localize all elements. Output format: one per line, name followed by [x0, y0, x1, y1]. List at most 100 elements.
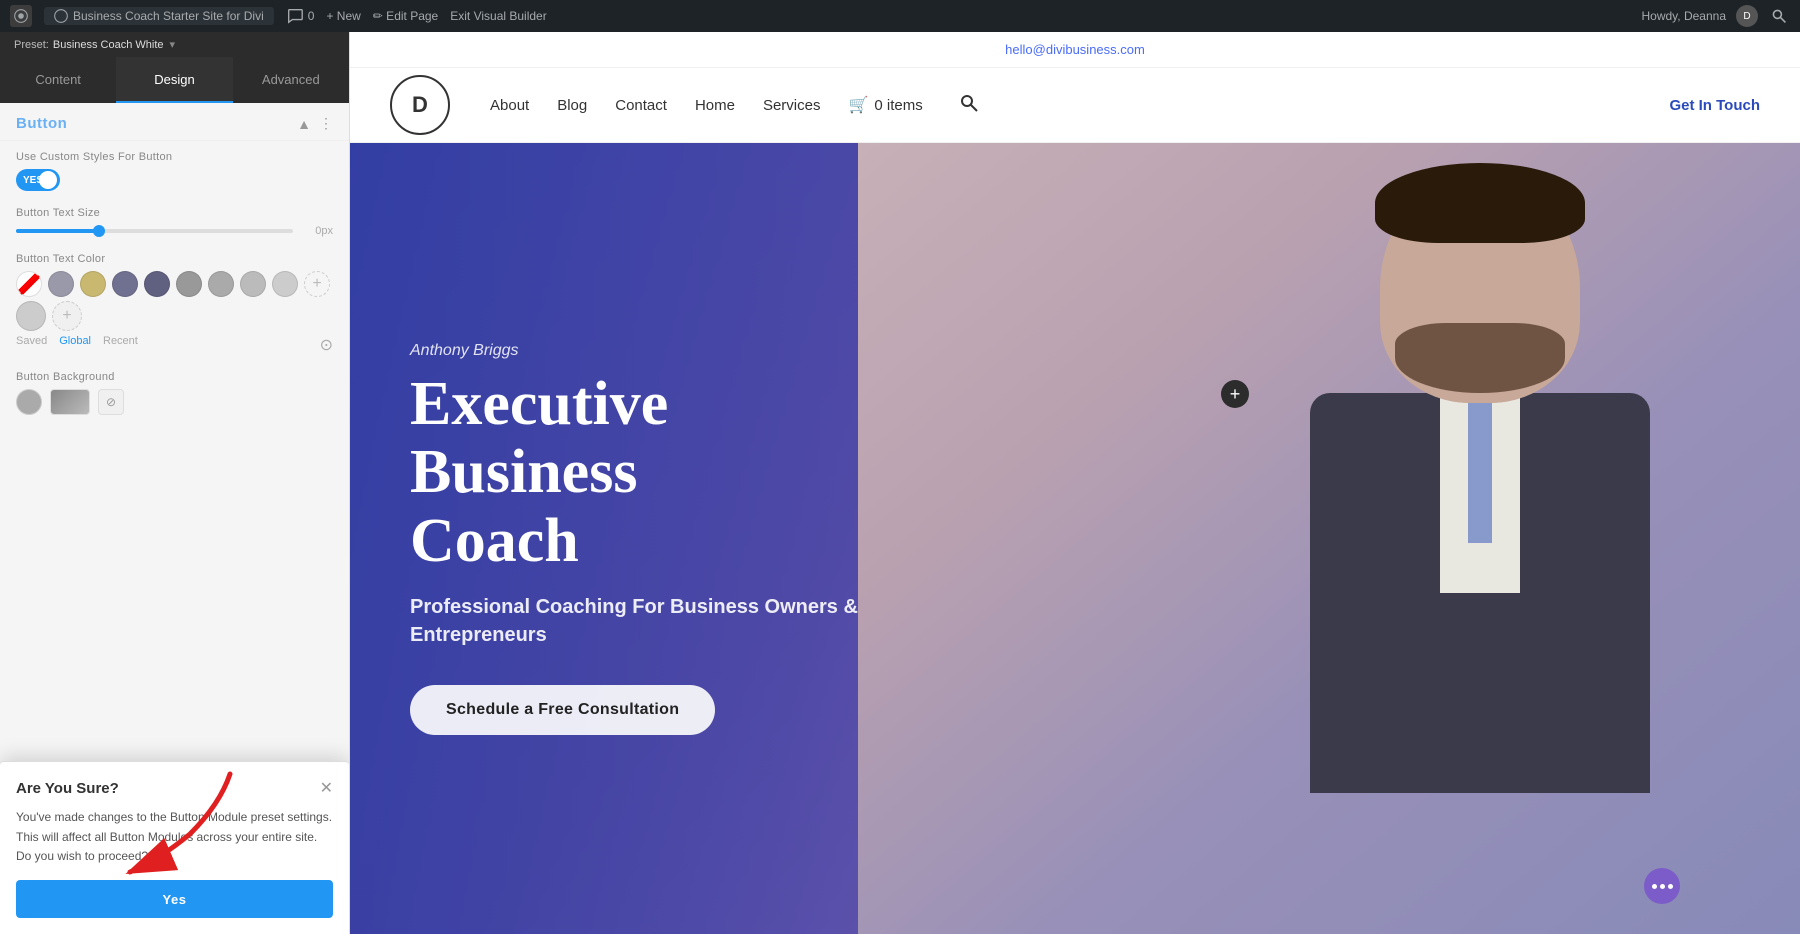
hero-content: Anthony Briggs Executive Business Coach …: [350, 302, 950, 775]
preset-option-global[interactable]: Global: [59, 335, 91, 355]
dot-2: [1660, 884, 1665, 889]
wp-logo-icon[interactable]: [10, 5, 32, 27]
slider-track[interactable]: [16, 229, 293, 233]
panel-title-bar: Button ▲ ⋮: [0, 103, 349, 140]
nav-link-blog[interactable]: Blog: [557, 97, 587, 114]
color-swatch-8[interactable]: [272, 271, 298, 297]
admin-right: Howdy, Deanna D: [1642, 5, 1791, 27]
nav-search-icon[interactable]: [959, 93, 979, 118]
bg-swatch-transparent[interactable]: ⊘: [98, 389, 124, 415]
panel-title-icons: ▲ ⋮: [297, 115, 333, 132]
hero-subtitle: Anthony Briggs: [410, 342, 890, 360]
color-swatch-transparent[interactable]: [16, 271, 42, 297]
hero-dots-button[interactable]: [1644, 868, 1680, 904]
color-swatch-add[interactable]: +: [304, 271, 330, 297]
preset-option-recent[interactable]: Recent: [103, 335, 138, 355]
site-nav: D About Blog Contact Home Services 🛒 0 i…: [350, 68, 1800, 143]
new-button[interactable]: + New: [326, 9, 360, 23]
dot-3: [1668, 884, 1673, 889]
preset-name[interactable]: Business Coach White: [53, 39, 164, 51]
exit-visual-builder-button[interactable]: Exit Visual Builder: [450, 9, 547, 23]
dialog-body: You've made changes to the Button Module…: [16, 808, 333, 866]
color-swatch-5[interactable]: [176, 271, 202, 297]
section-title: Button: [16, 115, 67, 132]
color-swatch-add-2[interactable]: +: [52, 301, 82, 331]
tab-content[interactable]: Content: [0, 57, 116, 103]
dialog-yes-button[interactable]: Yes: [16, 880, 333, 918]
nav-cart[interactable]: 🛒 0 items: [848, 95, 922, 115]
slider-fill: [16, 229, 99, 233]
confirm-dialog: Are You Sure? ✕ You've made changes to t…: [0, 761, 349, 934]
site-email-link[interactable]: hello@divibusiness.com: [1005, 42, 1145, 57]
preset-dropdown-icon[interactable]: ▾: [170, 38, 176, 51]
slider-unit: 0px: [303, 225, 333, 237]
nav-link-about[interactable]: About: [490, 97, 529, 114]
site-logo[interactable]: D: [390, 75, 450, 135]
color-swatch-6[interactable]: [208, 271, 234, 297]
dialog-title: Are You Sure?: [16, 780, 119, 797]
person-body: [1310, 393, 1650, 793]
hero-tagline: Professional Coaching For Business Owner…: [410, 593, 890, 649]
dot-1: [1652, 884, 1657, 889]
person-tie: [1468, 403, 1492, 543]
hero-section: Anthony Briggs Executive Business Coach …: [350, 143, 1800, 934]
color-swatch-1[interactable]: [48, 271, 74, 297]
button-text-color-label: Button Text Color: [16, 253, 333, 265]
preset-bar: Preset: Business Coach White ▾: [0, 32, 349, 57]
cart-icon: 🛒: [848, 95, 868, 115]
color-swatch-2[interactable]: [80, 271, 106, 297]
person-shape: [1240, 143, 1720, 934]
custom-styles-label: Use Custom Styles For Button: [16, 151, 333, 163]
preset-option-saved[interactable]: Saved: [16, 335, 47, 355]
color-swatch-4[interactable]: [144, 271, 170, 297]
person-beard: [1395, 323, 1565, 393]
button-text-size-field: Button Text Size 0px: [16, 207, 333, 237]
comment-bubble[interactable]: 0: [286, 7, 315, 25]
custom-styles-field: Use Custom Styles For Button YES: [16, 151, 333, 191]
custom-styles-toggle[interactable]: YES: [16, 169, 60, 191]
edit-page-button[interactable]: ✏ Edit Page: [373, 9, 438, 23]
collapse-icon[interactable]: ▲: [297, 116, 311, 132]
button-text-size-slider-row: 0px: [16, 225, 333, 237]
hero-title: Executive Business Coach: [410, 370, 890, 575]
wp-admin-bar: hello@divibusiness.com Business Coach St…: [0, 0, 1800, 32]
button-background-field: Button Background ⊘: [16, 371, 333, 415]
nav-cta-button[interactable]: Get In Touch: [1669, 97, 1760, 114]
toggle-label-text: YES: [23, 175, 43, 186]
color-swatches-row-2: +: [16, 301, 333, 331]
howdy-text: Howdy, Deanna: [1642, 9, 1727, 23]
user-avatar[interactable]: D: [1736, 5, 1758, 27]
dialog-header: Are You Sure? ✕: [16, 778, 333, 798]
bg-swatch-row: ⊘: [16, 389, 333, 415]
admin-search-icon[interactable]: [1768, 5, 1790, 27]
main-layout: Preset: Business Coach White ▾ Content D…: [0, 32, 1800, 934]
nav-link-services[interactable]: Services: [763, 97, 821, 114]
color-help-icon[interactable]: ⊙: [320, 335, 333, 355]
site-name[interactable]: hello@divibusiness.com Business Coach St…: [44, 7, 274, 25]
dialog-close-button[interactable]: ✕: [320, 778, 333, 798]
color-swatches-row: +: [16, 271, 333, 297]
site-email-bar: hello@divibusiness.com: [350, 32, 1800, 68]
color-swatch-9[interactable]: [16, 301, 46, 331]
nav-link-contact[interactable]: Contact: [615, 97, 667, 114]
right-panel: hello@divibusiness.com D About Blog Cont…: [350, 32, 1800, 934]
bg-swatch-circle[interactable]: [16, 389, 42, 415]
bg-swatch-gradient[interactable]: [50, 389, 90, 415]
color-swatch-3[interactable]: [112, 271, 138, 297]
button-background-label: Button Background: [16, 371, 333, 383]
left-panel: Preset: Business Coach White ▾ Content D…: [0, 32, 350, 934]
tab-design[interactable]: Design: [116, 57, 232, 103]
tab-advanced[interactable]: Advanced: [233, 57, 349, 103]
more-options-icon[interactable]: ⋮: [319, 115, 333, 132]
comment-count: 0: [308, 9, 315, 23]
person-head: [1380, 173, 1580, 403]
nav-link-home[interactable]: Home: [695, 97, 735, 114]
button-text-size-label: Button Text Size: [16, 207, 333, 219]
person-hair: [1375, 163, 1585, 243]
hero-cta-button[interactable]: Schedule a Free Consultation: [410, 685, 715, 735]
panel-tabs: Content Design Advanced: [0, 57, 349, 103]
hero-person: [858, 143, 1800, 934]
button-text-color-field: Button Text Color +: [16, 253, 333, 355]
slider-thumb[interactable]: [93, 225, 105, 237]
color-swatch-7[interactable]: [240, 271, 266, 297]
